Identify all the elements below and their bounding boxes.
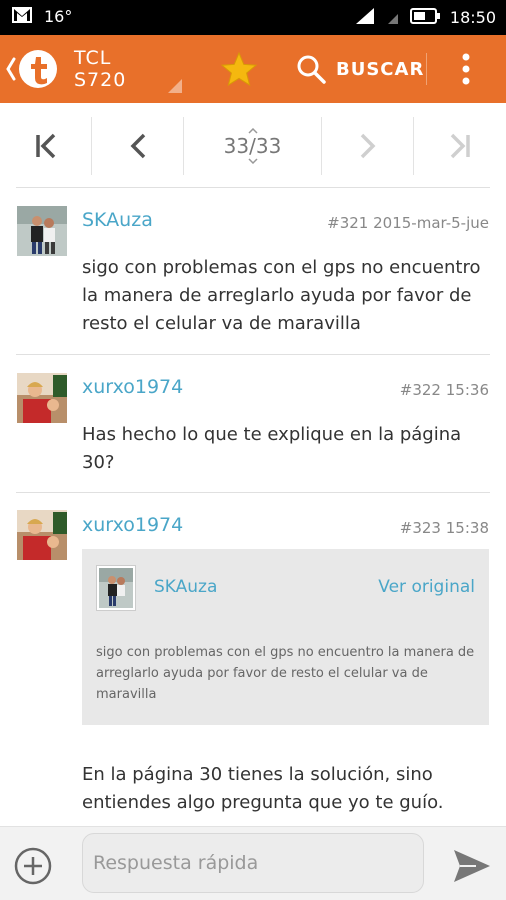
- clock: 18:50: [449, 8, 496, 27]
- next-page-button[interactable]: [322, 117, 413, 175]
- user-photo-icon: [99, 568, 133, 608]
- view-original-link[interactable]: Ver original: [378, 577, 475, 597]
- post-date: 15:38: [445, 519, 489, 537]
- search-label: BUSCAR: [336, 58, 425, 80]
- post-number[interactable]: #323: [400, 519, 441, 537]
- previous-page-button[interactable]: [92, 117, 183, 175]
- quick-reply-bar: [0, 826, 506, 900]
- user-photo-icon: [17, 206, 67, 256]
- post-meta: #322 15:36: [400, 381, 489, 399]
- post-username[interactable]: xurxo1974: [82, 514, 183, 536]
- post-body: En la página 30 tienes la solución, sino…: [82, 764, 444, 813]
- quick-reply-input[interactable]: [82, 833, 424, 893]
- user-photo-icon: [17, 510, 67, 560]
- post-number[interactable]: #322: [400, 381, 441, 399]
- gmail-icon: [12, 7, 32, 27]
- status-bar: 16° 18:50: [0, 0, 506, 35]
- page-selector[interactable]: 33/33: [184, 117, 321, 175]
- plus-circle-icon: [14, 847, 52, 885]
- last-page-button[interactable]: [414, 117, 506, 175]
- star-icon: [220, 51, 258, 87]
- add-attachment-button[interactable]: [14, 847, 52, 885]
- battery-icon: [409, 7, 440, 29]
- dropdown-corner-icon: [168, 79, 182, 93]
- first-page-button[interactable]: [0, 117, 91, 175]
- back-button[interactable]: [6, 47, 60, 91]
- post-username[interactable]: SKAuza: [82, 209, 153, 231]
- avatar[interactable]: [17, 373, 67, 423]
- battery-percent-text: 16°: [44, 7, 73, 26]
- avatar[interactable]: [17, 206, 67, 256]
- post: xurxo1974 #322 15:36 Has hecho lo que te…: [0, 355, 506, 493]
- chevron-left-icon: [6, 50, 57, 88]
- favorite-button[interactable]: [220, 51, 258, 89]
- send-icon: [454, 850, 490, 882]
- post: xurxo1974 #323 15:38 SKAuza Ver original…: [0, 493, 506, 826]
- chevron-right-icon: [360, 133, 375, 159]
- post: SKAuza #321 2015-mar-5-jue sigo con prob…: [0, 188, 506, 355]
- appbar-divider: [426, 53, 427, 85]
- quote-text: sigo con problemas con el gps no encuent…: [96, 645, 475, 702]
- quote-avatar[interactable]: [96, 565, 136, 611]
- pagination-bar: 33/33: [0, 103, 506, 188]
- post-date: 15:36: [445, 381, 489, 399]
- title-line-1: TCL: [74, 47, 112, 69]
- post-date: 2015-mar-5-jue: [373, 214, 489, 232]
- post-meta: #321 2015-mar-5-jue: [327, 214, 489, 232]
- search-button[interactable]: BUSCAR: [296, 51, 424, 87]
- avatar[interactable]: [17, 510, 67, 560]
- post-number[interactable]: #321: [327, 214, 368, 232]
- post-username[interactable]: xurxo1974: [82, 376, 183, 398]
- user-photo-icon: [17, 373, 67, 423]
- more-vertical-icon: [462, 53, 470, 85]
- signal-low-icon: [386, 6, 400, 30]
- quote-block: SKAuza Ver original sigo con problemas c…: [82, 549, 489, 725]
- chevron-left-icon: [130, 133, 145, 159]
- last-page-icon: [450, 133, 470, 159]
- quote-username[interactable]: SKAuza: [154, 577, 217, 597]
- page-indicator: 33/33: [223, 134, 282, 158]
- send-button[interactable]: [452, 847, 492, 885]
- post-meta: #323 15:38: [400, 519, 489, 537]
- signal-icon: [354, 6, 376, 30]
- app-bar: TCL S720 BUSCAR: [0, 35, 506, 103]
- search-icon: [297, 55, 326, 84]
- post-body: Has hecho lo que te explique en la págin…: [82, 424, 462, 473]
- post-body: sigo con problemas con el gps no encuent…: [82, 257, 481, 334]
- forum-title[interactable]: TCL S720: [74, 47, 126, 91]
- title-line-2: S720: [74, 69, 127, 91]
- overflow-menu-button[interactable]: [452, 51, 480, 87]
- page-down-arrow-icon: [247, 158, 258, 164]
- first-page-icon: [35, 133, 55, 159]
